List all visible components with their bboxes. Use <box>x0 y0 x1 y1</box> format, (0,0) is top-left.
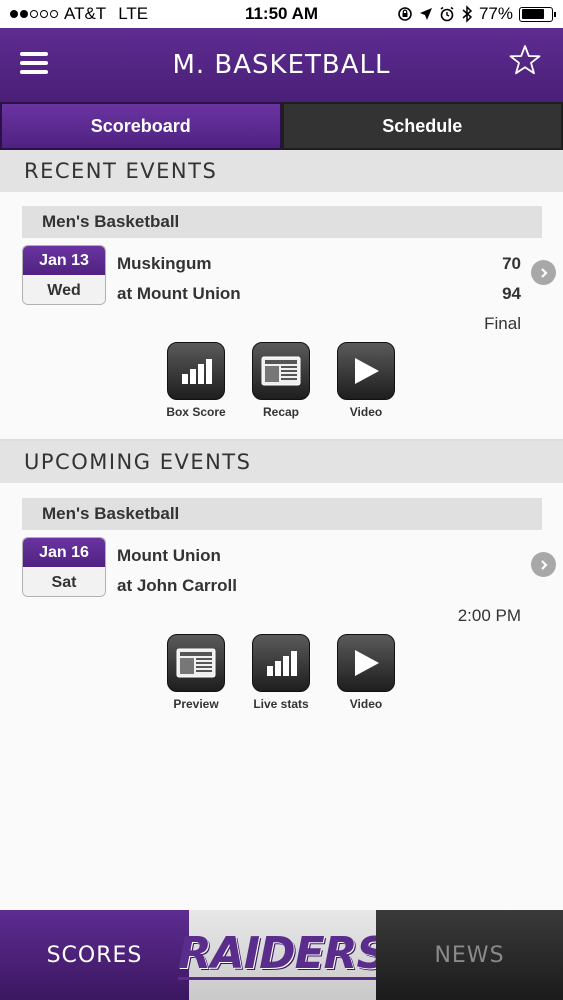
nav-raiders-logo[interactable]: RAIDERS <box>177 910 388 1000</box>
rotation-lock-icon <box>398 7 412 21</box>
date-label: Jan 16 <box>23 538 105 567</box>
battery-fill <box>521 9 544 19</box>
location-arrow-icon <box>419 8 432 20</box>
live-stats-button[interactable]: Live stats <box>246 634 316 711</box>
network-label: LTE <box>118 4 149 23</box>
tab-schedule[interactable]: Schedule <box>281 102 563 150</box>
status-left: AT&T LTE <box>10 4 148 24</box>
upcoming-events-header: UPCOMING EVENTS <box>0 441 563 483</box>
bluetooth-icon <box>462 5 473 23</box>
nav-scores[interactable]: SCORES <box>0 910 189 1000</box>
newspaper-icon <box>167 634 225 692</box>
action-label: Video <box>349 405 383 419</box>
status-bar: AT&T LTE 11:50 AM 77% <box>0 0 563 28</box>
sport-label: Men's Basketball <box>22 498 542 530</box>
star-outline-icon[interactable] <box>509 44 541 76</box>
team-home: Mount Union <box>117 546 221 565</box>
battery-icon <box>519 6 556 22</box>
action-label: Video <box>349 697 383 711</box>
newspaper-icon <box>252 342 310 400</box>
recap-button[interactable]: Recap <box>246 342 316 419</box>
action-label: Recap <box>262 405 300 419</box>
video-button[interactable]: Video <box>331 634 401 711</box>
video-button[interactable]: Video <box>331 342 401 419</box>
tab-scoreboard[interactable]: Scoreboard <box>0 102 282 150</box>
play-icon <box>337 634 395 692</box>
nav-news[interactable]: NEWS <box>376 910 563 1000</box>
team-away: at Mount Union <box>117 284 241 303</box>
chevron-right-icon[interactable] <box>531 260 556 285</box>
date-label: Jan 13 <box>23 246 105 275</box>
recent-event-card[interactable]: Men's Basketball Jan 13 Wed Muskingum 70… <box>0 192 563 440</box>
raiders-logo: RAIDERS <box>177 927 388 980</box>
day-label: Sat <box>23 567 105 596</box>
team-away: at John Carroll <box>117 576 237 595</box>
action-label: Live stats <box>253 697 309 711</box>
sport-label: Men's Basketball <box>22 206 542 238</box>
bar-chart-icon <box>167 342 225 400</box>
page-title: M. BASKETBALL <box>172 50 391 80</box>
battery-percent: 77% <box>478 4 513 23</box>
preview-button[interactable]: Preview <box>161 634 231 711</box>
chevron-right-icon[interactable] <box>531 552 556 577</box>
team-home: Muskingum <box>117 254 212 273</box>
tab-bar: Scoreboard Schedule <box>0 102 563 150</box>
action-label: Preview <box>173 697 219 711</box>
bottom-nav: SCORES RAIDERS NEWS <box>0 910 563 1000</box>
date-badge: Jan 16 Sat <box>22 537 106 597</box>
game-status: Final <box>484 314 521 333</box>
recent-events-header: RECENT EVENTS <box>0 150 563 192</box>
status-right: 77% <box>397 4 556 24</box>
score-home: 70 <box>502 254 521 273</box>
game-time: 2:00 PM <box>457 606 521 625</box>
day-label: Wed <box>23 275 105 304</box>
carrier-label: AT&T <box>64 4 107 23</box>
upcoming-event-card[interactable]: Men's Basketball Jan 16 Sat Mount Union … <box>0 483 563 733</box>
score-away: 94 <box>502 284 521 303</box>
play-icon <box>337 342 395 400</box>
bar-chart-icon <box>252 634 310 692</box>
alarm-icon <box>440 6 454 22</box>
box-score-button[interactable]: Box Score <box>161 342 231 419</box>
date-badge: Jan 13 Wed <box>22 245 106 305</box>
signal-strength-icon <box>10 10 58 18</box>
hamburger-menu-icon[interactable] <box>20 52 48 74</box>
action-label: Box Score <box>166 405 226 419</box>
app-header: M. BASKETBALL <box>0 28 563 102</box>
